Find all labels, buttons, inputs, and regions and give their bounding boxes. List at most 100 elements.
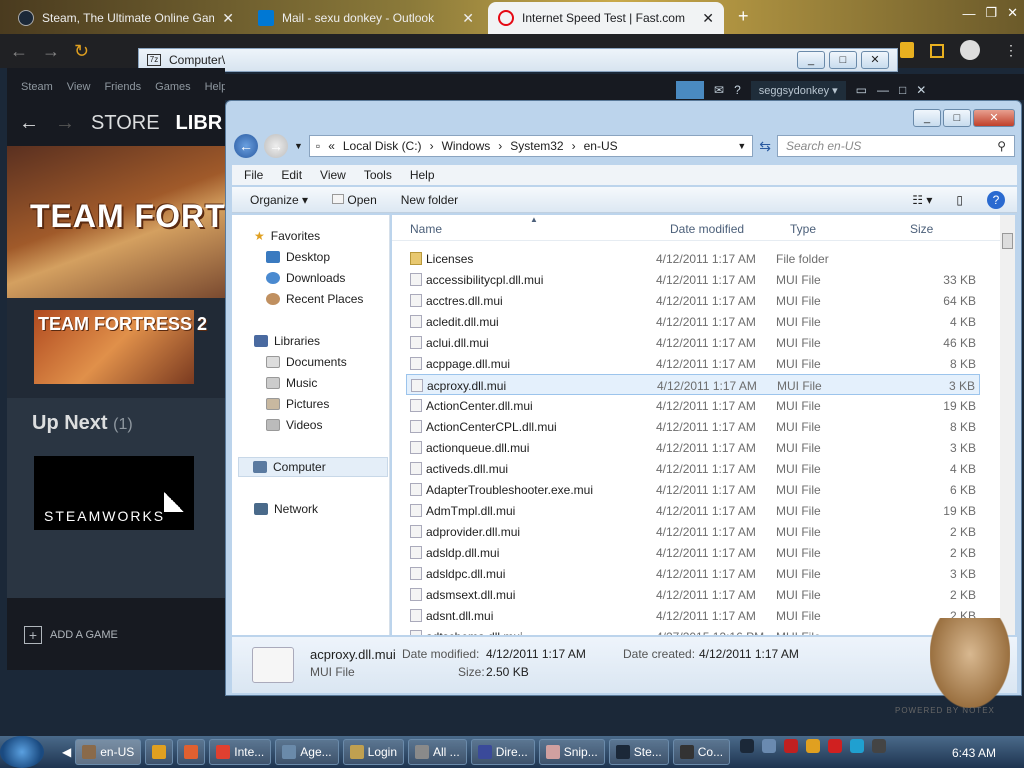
tray-icon[interactable] [762,739,777,753]
back-button[interactable]: ← [234,134,258,158]
steam-bigpicture-icon[interactable]: ▭ [856,83,867,97]
tab-close-icon[interactable]: ✕ [222,10,234,27]
nav-computer[interactable]: Computer [238,457,388,477]
forward-button[interactable]: → [264,134,288,158]
file-row[interactable]: Licenses 4/12/2011 1:17 AM File folder [406,248,980,269]
column-date-modified[interactable]: Date modified [670,222,744,236]
steam-user-menu[interactable]: seggsydonkey ▾ [750,80,846,100]
file-row[interactable]: ActionCenter.dll.mui 4/12/2011 1:17 AM MUI… [406,395,980,416]
file-row[interactable]: aclui.dll.mui 4/12/2011 1:17 AM MUI File 46… [406,332,980,353]
add-game-button[interactable]: + ADD A GAME [24,626,118,644]
breadcrumb-en-us[interactable]: en-US [584,139,618,153]
taskbar-item[interactable]: Ste... [608,739,669,765]
help-icon[interactable]: ? [987,190,1005,209]
tab-steam[interactable]: Steam, The Ultimate Online Gam ✕ [8,2,244,34]
minimize-button[interactable]: _ [797,51,825,69]
extension-icon[interactable] [900,42,914,58]
tray-icon[interactable] [784,739,799,753]
menu-edit[interactable]: Edit [281,168,302,182]
file-row[interactable]: AdmTmpl.dll.mui 4/12/2011 1:17 AM MUI File… [406,500,980,521]
taskbar-item[interactable]: Co... [672,739,731,765]
search-icon[interactable]: ⚲ [997,139,1006,153]
history-dropdown-icon[interactable]: ▼ [294,141,303,151]
column-size[interactable]: Size [910,222,933,236]
nav-documents[interactable]: Documents [266,355,347,369]
file-row[interactable]: adsldpc.dll.mui 4/12/2011 1:17 AM MUI File… [406,563,980,584]
view-options-icon[interactable]: ☷ ▾ [912,193,932,207]
file-row[interactable]: adsldp.dll.mui 4/12/2011 1:17 AM MUI File 2… [406,542,980,563]
menu-view[interactable]: View [320,168,346,182]
extension2-icon[interactable] [930,44,944,58]
steam-nav-library[interactable]: LIBR [176,112,223,135]
menu-help[interactable]: Help [410,168,435,182]
steam-menu-help[interactable]: Help [205,81,228,93]
tab-close-icon[interactable]: ✕ [462,10,474,27]
breadcrumb-overflow-icon[interactable]: « [328,139,335,153]
menu-file[interactable]: File [244,168,263,182]
organize-button[interactable]: Organize ▾ [250,193,308,207]
file-row[interactable]: accessibilitycpl.dll.mui 4/12/2011 1:17 A… [406,269,980,290]
breadcrumb-sep-icon[interactable]: › [430,139,434,153]
column-type[interactable]: Type [790,222,816,236]
profile-avatar-icon[interactable] [960,40,980,60]
file-row[interactable]: acctres.dll.mui 4/12/2011 1:17 AM MUI File… [406,290,980,311]
file-row[interactable]: adsmsext.dll.mui 4/12/2011 1:17 AM MUI Fil… [406,584,980,605]
tray-icon[interactable] [740,739,755,753]
column-name[interactable]: Name [410,222,442,236]
nav-videos[interactable]: Videos [266,418,322,432]
tray-icon[interactable] [872,739,887,753]
menu-icon[interactable]: ⋮ [1004,42,1018,59]
breadcrumb-sep-icon[interactable]: › [498,139,502,153]
tab-fast[interactable]: Internet Speed Test | Fast.com ✕ [488,2,724,34]
steam-maximize-icon[interactable]: □ [899,83,906,97]
taskbar-item[interactable]: Login [342,739,405,765]
show-desktop-icon[interactable]: ◀ [62,745,71,759]
new-folder-button[interactable]: New folder [401,193,458,207]
taskbar-item[interactable]: All ... [408,739,467,765]
restore-icon[interactable]: ❐ [985,5,997,21]
taskbar-item[interactable]: Snip... [538,739,605,765]
file-row[interactable]: acppage.dll.mui 4/12/2011 1:17 AM MUI File… [406,353,980,374]
start-button[interactable] [0,736,44,768]
nav-network[interactable]: Network [254,502,318,516]
file-row[interactable]: AdapterTroubleshooter.exe.mui 4/12/2011 1… [406,479,980,500]
steam-back-icon[interactable]: ← [19,112,39,135]
nav-libraries[interactable]: Libraries [254,334,320,348]
close-button[interactable]: ✕ [861,51,889,69]
steam-menu-view[interactable]: View [67,81,91,93]
steam-notifications-icon[interactable]: ✉ [714,83,724,97]
close-icon[interactable]: ✕ [1007,5,1018,21]
nav-desktop[interactable]: Desktop [266,250,330,264]
tab-outlook[interactable]: Mail - sexu donkey - Outlook ✕ [248,2,484,34]
address-bar[interactable]: ▫ « Local Disk (C:) › Windows › System32… [308,135,754,157]
explorer-minimize-button[interactable]: _ [913,109,941,127]
new-tab-button[interactable]: + [738,6,749,27]
steam-menu-games[interactable]: Games [155,81,190,93]
vertical-scrollbar[interactable] [1000,215,1015,635]
file-row[interactable]: acledit.dll.mui 4/12/2011 1:17 AM MUI File… [406,311,980,332]
search-input[interactable]: Search en-US ⚲ [777,135,1015,157]
menu-tools[interactable]: Tools [364,168,392,182]
nav-music[interactable]: Music [266,376,317,390]
refresh-icon[interactable]: ⇆ [759,138,771,155]
breadcrumb-system32[interactable]: System32 [510,139,563,153]
forward-icon[interactable]: → [42,41,60,62]
nav-downloads[interactable]: Downloads [266,271,345,285]
file-row[interactable]: adsnt.dll.mui 4/12/2011 1:17 AM MUI File 2 … [406,605,980,626]
taskbar-item[interactable] [177,739,206,765]
tray-icon[interactable] [828,739,843,753]
steam-nav-store[interactable]: STORE [91,112,160,135]
nav-favorites[interactable]: ★ Favorites [254,229,320,243]
address-dropdown-icon[interactable]: ▼ [737,141,746,151]
steam-menu-steam[interactable]: Steam [21,81,53,93]
preview-pane-icon[interactable]: ▯ [956,193,963,207]
steam-announce-icon[interactable] [676,81,704,99]
file-row[interactable]: acproxy.dll.mui 4/12/2011 1:17 AM MUI File… [406,374,980,395]
taskbar-item[interactable]: Dire... [470,739,535,765]
taskbar-item[interactable]: Age... [275,739,339,765]
open-button[interactable]: Open [332,193,377,207]
nav-recent-places[interactable]: Recent Places [266,292,363,306]
steam-forward-icon[interactable]: → [55,112,75,135]
taskbar-item[interactable]: en-US [75,739,142,765]
file-row[interactable]: ActionCenterCPL.dll.mui 4/12/2011 1:17 AM… [406,416,980,437]
